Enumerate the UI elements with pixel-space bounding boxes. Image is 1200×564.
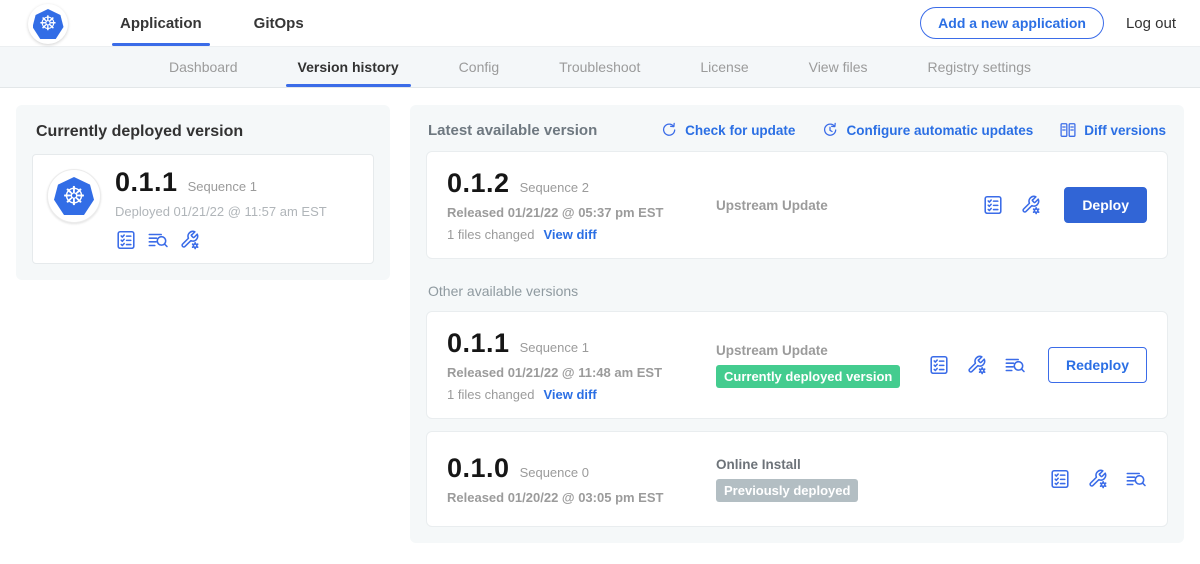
- preflight-checklist-icon[interactable]: [982, 194, 1004, 216]
- version-history-panel: Latest available version Check for updat…: [410, 105, 1184, 543]
- version-row-0-1-0: 0.1.0 Sequence 0 Released 01/20/22 @ 03:…: [426, 431, 1168, 527]
- tab-license[interactable]: License: [698, 47, 750, 87]
- version-source-label: Upstream Update: [716, 343, 928, 358]
- version-number: 0.1.1: [447, 328, 510, 359]
- previously-deployed-badge: Previously deployed: [716, 479, 858, 502]
- deployed-version-card: ☸ 0.1.1 Sequence 1 Deployed 01/21/22 @ 1…: [32, 154, 374, 264]
- currently-deployed-panel: Currently deployed version ☸ 0.1.1 Seque…: [16, 105, 390, 280]
- deployed-version-number: 0.1.1: [115, 167, 178, 198]
- circular-arrow-icon: [660, 121, 678, 139]
- sequence-label: Sequence 0: [520, 465, 589, 480]
- add-new-application-button[interactable]: Add a new application: [920, 7, 1104, 39]
- version-row-0-1-1: 0.1.1 Sequence 1 Released 01/21/22 @ 11:…: [426, 311, 1168, 419]
- logout-button[interactable]: Log out: [1126, 15, 1176, 32]
- version-row-0-1-2: 0.1.2 Sequence 2 Released 01/21/22 @ 05:…: [426, 151, 1168, 259]
- check-for-update-link[interactable]: Check for update: [660, 121, 795, 139]
- files-changed-label: 1 files changed: [447, 387, 534, 402]
- released-timestamp: Released 01/20/22 @ 03:05 pm EST: [447, 490, 702, 505]
- edit-config-icon[interactable]: [1020, 194, 1042, 216]
- edit-config-icon[interactable]: [179, 229, 201, 251]
- kubernetes-logo: ☸: [28, 4, 68, 44]
- tab-version-history[interactable]: Version history: [296, 47, 401, 87]
- latest-version-title: Latest available version: [428, 122, 597, 139]
- released-timestamp: Released 01/21/22 @ 05:37 pm EST: [447, 205, 702, 220]
- tab-gitops[interactable]: GitOps: [250, 0, 308, 46]
- view-diff-link[interactable]: View diff: [543, 387, 596, 402]
- tab-application[interactable]: Application: [116, 0, 206, 46]
- version-source-label: Online Install: [716, 457, 1049, 472]
- tab-registry-settings[interactable]: Registry settings: [926, 47, 1033, 87]
- version-source-label: Upstream Update: [716, 198, 982, 213]
- tab-view-files[interactable]: View files: [807, 47, 870, 87]
- tab-dashboard[interactable]: Dashboard: [167, 47, 240, 87]
- view-diff-link[interactable]: View diff: [543, 227, 596, 242]
- released-timestamp: Released 01/21/22 @ 11:48 am EST: [447, 365, 702, 380]
- files-changed-label: 1 files changed: [447, 227, 534, 242]
- tab-troubleshoot[interactable]: Troubleshoot: [557, 47, 642, 87]
- preflight-checklist-icon[interactable]: [115, 229, 137, 251]
- main-content: Currently deployed version ☸ 0.1.1 Seque…: [0, 88, 1200, 560]
- kubernetes-helm-icon: ☸: [33, 9, 64, 39]
- deployed-timestamp: Deployed 01/21/22 @ 11:57 am EST: [115, 204, 327, 219]
- edit-config-icon[interactable]: [966, 354, 988, 376]
- sequence-label: Sequence 2: [520, 180, 589, 195]
- top-nav: Application GitOps: [116, 0, 352, 46]
- tab-config[interactable]: Config: [457, 47, 501, 87]
- deploy-button[interactable]: Deploy: [1064, 187, 1147, 223]
- configure-automatic-updates-link[interactable]: Configure automatic updates: [821, 121, 1033, 139]
- deployed-sequence-label: Sequence 1: [188, 179, 257, 194]
- version-number: 0.1.0: [447, 453, 510, 484]
- app-logo: ☸: [47, 169, 101, 223]
- preflight-checklist-icon[interactable]: [928, 354, 950, 376]
- deploy-logs-icon[interactable]: [1125, 468, 1147, 490]
- clock-refresh-icon: [821, 121, 839, 139]
- deployed-panel-title: Currently deployed version: [32, 121, 374, 141]
- app-subnav: Dashboard Version history Config Trouble…: [0, 46, 1200, 88]
- deploy-logs-icon[interactable]: [147, 229, 169, 251]
- preflight-checklist-icon[interactable]: [1049, 468, 1071, 490]
- diff-versions-link[interactable]: Diff versions: [1059, 121, 1166, 139]
- redeploy-button[interactable]: Redeploy: [1048, 347, 1147, 383]
- topbar-right: Add a new application Log out: [920, 7, 1176, 39]
- other-versions-title: Other available versions: [428, 283, 1166, 299]
- currently-deployed-badge: Currently deployed version: [716, 365, 900, 388]
- top-bar: ☸ Application GitOps Add a new applicati…: [0, 0, 1200, 46]
- kubernetes-helm-icon: ☸: [54, 177, 94, 215]
- version-number: 0.1.2: [447, 168, 510, 199]
- edit-config-icon[interactable]: [1087, 468, 1109, 490]
- deploy-logs-icon[interactable]: [1004, 354, 1026, 376]
- sequence-label: Sequence 1: [520, 340, 589, 355]
- split-table-icon: [1059, 121, 1077, 139]
